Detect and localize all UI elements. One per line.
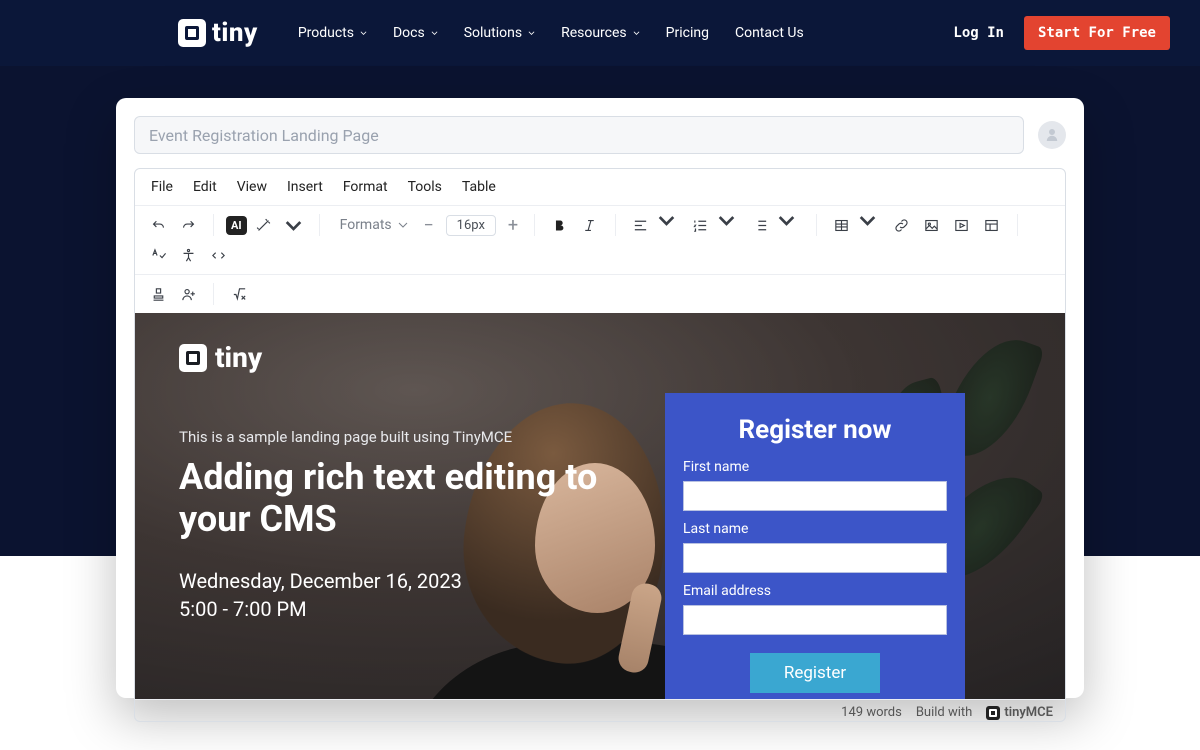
last-name-label: Last name <box>683 521 947 537</box>
start-free-button[interactable]: Start For Free <box>1024 16 1170 50</box>
editor-content[interactable]: tiny This is a sample landing page built… <box>135 313 1065 699</box>
menu-insert[interactable]: Insert <box>287 179 323 195</box>
brand-logo[interactable]: tiny <box>178 18 258 48</box>
template-button[interactable] <box>979 212 1005 238</box>
nav-resources[interactable]: Resources <box>561 25 640 41</box>
font-size-control: − 16px + <box>420 215 522 236</box>
person-icon <box>1043 126 1061 144</box>
brand-text: tiny <box>212 18 258 48</box>
document-title-input[interactable]: Event Registration Landing Page <box>134 116 1024 154</box>
word-count[interactable]: 149 words <box>841 705 902 720</box>
equation-button[interactable] <box>226 281 252 307</box>
menu-tools[interactable]: Tools <box>408 179 442 195</box>
table-button[interactable] <box>829 212 855 238</box>
bold-button[interactable] <box>547 212 573 238</box>
align-button[interactable] <box>628 212 654 238</box>
font-size-value[interactable]: 16px <box>446 215 496 236</box>
numlist-dropdown-icon[interactable] <box>718 212 744 238</box>
document-title-placeholder: Event Registration Landing Page <box>149 126 379 145</box>
link-button[interactable] <box>889 212 915 238</box>
register-card: Register now First name Last name Email … <box>665 393 965 699</box>
code-button[interactable] <box>205 242 231 268</box>
formats-select[interactable]: Formats <box>332 217 416 233</box>
magic-wand-dropdown-icon[interactable] <box>281 212 307 238</box>
top-nav: tiny Products Docs Solutions Resources P… <box>0 0 1200 66</box>
stamp-button[interactable] <box>145 281 171 307</box>
align-dropdown-icon[interactable] <box>658 212 684 238</box>
first-name-label: First name <box>683 459 947 475</box>
bullet-list-button[interactable] <box>748 212 774 238</box>
email-input[interactable] <box>683 605 947 635</box>
powered-by-tinymce[interactable]: tinyMCE <box>986 705 1053 720</box>
editor-card: Event Registration Landing Page File Edi… <box>116 98 1084 698</box>
nav-solutions[interactable]: Solutions <box>464 25 535 41</box>
magic-wand-button[interactable] <box>251 212 277 238</box>
register-title: Register now <box>683 415 947 445</box>
italic-button[interactable] <box>577 212 603 238</box>
nav-pricing[interactable]: Pricing <box>666 25 709 41</box>
content-brand: tiny <box>179 341 1021 374</box>
bullist-dropdown-icon[interactable] <box>778 212 804 238</box>
ai-button[interactable]: AI <box>226 216 247 235</box>
decrease-font-button[interactable]: − <box>420 216 438 234</box>
tinymce-editor: File Edit View Insert Format Tools Table… <box>134 168 1066 722</box>
email-label: Email address <box>683 583 947 599</box>
build-with-label: Build with <box>916 705 973 720</box>
numbered-list-button[interactable] <box>688 212 714 238</box>
menu-file[interactable]: File <box>151 179 173 195</box>
chevron-down-icon <box>398 220 408 230</box>
media-button[interactable] <box>949 212 975 238</box>
brand-icon <box>179 344 207 372</box>
nav-docs[interactable]: Docs <box>393 25 438 41</box>
nav-products[interactable]: Products <box>298 25 367 41</box>
login-link[interactable]: Log In <box>953 25 1004 41</box>
accessibility-button[interactable] <box>175 242 201 268</box>
menu-bar: File Edit View Insert Format Tools Table <box>135 169 1065 206</box>
menu-view[interactable]: View <box>237 179 267 195</box>
brand-icon <box>178 19 206 47</box>
menu-table[interactable]: Table <box>462 179 496 195</box>
toolbar-primary: AI Formats − 16px + <box>135 206 1065 275</box>
tinymce-icon <box>986 706 1000 720</box>
user-avatar[interactable] <box>1038 121 1066 149</box>
spellcheck-button[interactable] <box>145 242 171 268</box>
nav-contact[interactable]: Contact Us <box>735 25 804 41</box>
last-name-input[interactable] <box>683 543 947 573</box>
primary-nav: Products Docs Solutions Resources Pricin… <box>298 25 804 41</box>
menu-edit[interactable]: Edit <box>193 179 217 195</box>
register-button[interactable]: Register <box>750 653 880 693</box>
redo-button[interactable] <box>175 212 201 238</box>
table-dropdown-icon[interactable] <box>859 212 885 238</box>
status-bar: 149 words Build with tinyMCE <box>135 699 1065 721</box>
toolbar-secondary <box>135 275 1065 313</box>
image-button[interactable] <box>919 212 945 238</box>
menu-format[interactable]: Format <box>343 179 388 195</box>
headline-text: Adding rich text editing to your CMS <box>179 456 619 541</box>
first-name-input[interactable] <box>683 481 947 511</box>
increase-font-button[interactable]: + <box>504 216 522 234</box>
undo-button[interactable] <box>145 212 171 238</box>
add-user-button[interactable] <box>175 281 201 307</box>
